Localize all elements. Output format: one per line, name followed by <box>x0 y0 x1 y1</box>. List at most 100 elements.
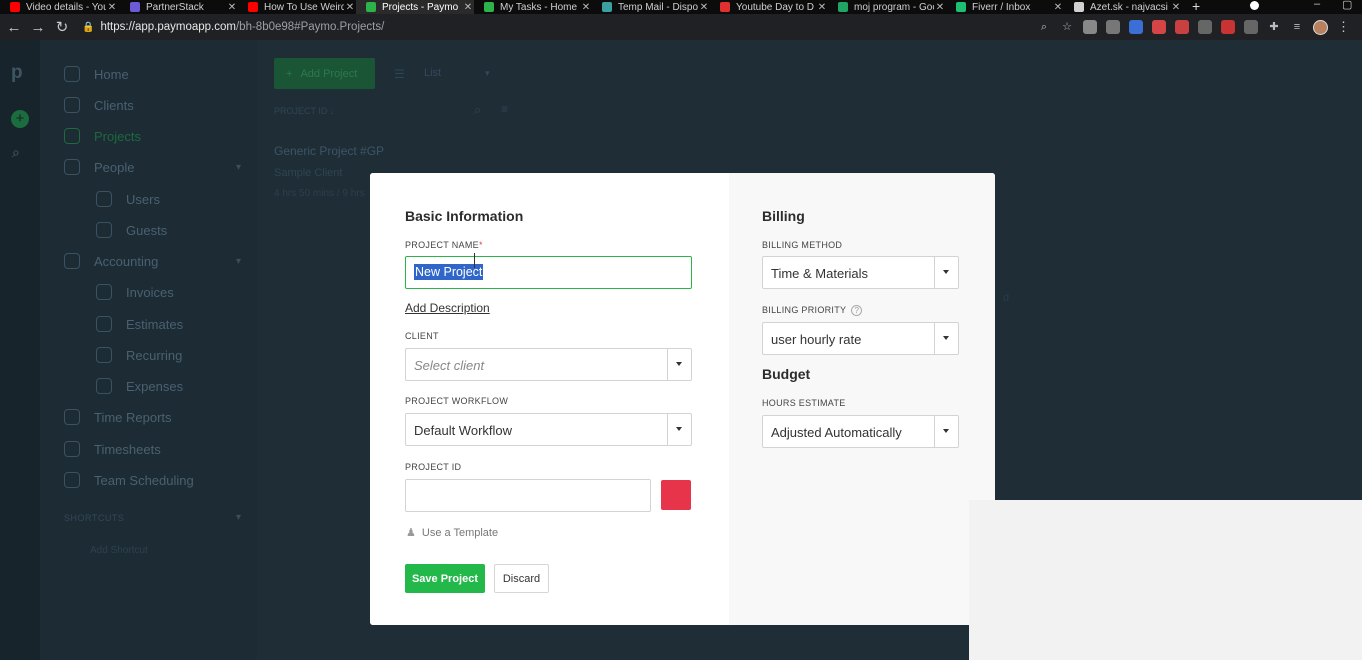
project-name-label: PROJECT NAME* <box>405 240 483 250</box>
extension-icon[interactable] <box>1221 20 1235 34</box>
browser-tab[interactable]: How To Use Weird ✕ <box>238 0 356 14</box>
tab-search-icon[interactable] <box>1250 1 1259 10</box>
chevron-down-icon[interactable]: ▾ <box>236 256 241 267</box>
reload-icon[interactable]: ↻ <box>50 18 74 36</box>
browser-tab[interactable]: Youtube Day to D ✕ <box>710 0 828 14</box>
dropdown-toggle[interactable] <box>934 323 958 354</box>
url-field[interactable]: https://app.paymoapp.com/bh-8b0e98#Paymo… <box>100 21 384 33</box>
sidebar-item-accounting[interactable]: Accounting <box>64 251 158 271</box>
view-selector[interactable]: List <box>424 67 441 79</box>
maximize-icon[interactable]: ▢ <box>1342 0 1352 11</box>
bookmark-star-icon[interactable]: ☆ <box>1060 20 1074 34</box>
help-icon[interactable]: ? <box>851 305 863 317</box>
client-select[interactable]: Select client <box>405 348 692 381</box>
browser-tab[interactable]: Fiverr / Inbox ✕ <box>946 0 1064 14</box>
chevron-down-icon[interactable]: ▾ <box>485 68 490 79</box>
new-tab-button[interactable]: + <box>1192 0 1200 14</box>
menu-kebab-icon[interactable]: ⋮ <box>1337 19 1350 35</box>
add-description-link[interactable]: Add Description <box>405 301 490 315</box>
sidebar-item-invoices[interactable]: Invoices <box>96 282 174 302</box>
close-icon[interactable]: ✕ <box>344 2 356 13</box>
browser-tab[interactable]: moj program - Goo ✕ <box>828 0 946 14</box>
sidebar-item-home[interactable]: Home <box>64 64 129 84</box>
sidebar-item-guests[interactable]: Guests <box>96 220 167 240</box>
chevron-down-icon[interactable]: ▾ <box>236 162 241 173</box>
sidebar-item-timesheets[interactable]: Timesheets <box>64 439 161 459</box>
browser-tab[interactable]: Azet.sk - najvacsi ✕ <box>1064 0 1182 14</box>
billing-method-select[interactable]: Time & Materials <box>762 256 959 289</box>
browser-tab[interactable]: Temp Mail - Dispo ✕ <box>592 0 710 14</box>
forward-icon[interactable]: → <box>26 19 50 36</box>
search-icon[interactable]: ⌕ <box>12 144 20 161</box>
project-name-input[interactable]: New Project <box>405 256 692 289</box>
reading-list-icon[interactable]: ≡ <box>1290 20 1304 34</box>
sidebar-item-projects[interactable]: Projects <box>64 126 141 146</box>
browser-tab[interactable]: Video details - You ✕ <box>0 0 118 14</box>
billing-priority-select[interactable]: user hourly rate <box>762 322 959 355</box>
zoom-icon[interactable]: ⌕ <box>1037 20 1051 34</box>
close-icon[interactable]: ✕ <box>1052 2 1064 13</box>
project-id-input[interactable] <box>405 479 651 512</box>
list-view-icon[interactable]: ☰ <box>394 67 405 81</box>
sidebar-item-clients[interactable]: Clients <box>64 95 134 115</box>
close-icon[interactable]: ✕ <box>816 2 828 13</box>
minimize-icon[interactable]: – <box>1314 0 1320 10</box>
sidebar-item-estimates[interactable]: Estimates <box>96 314 183 334</box>
close-icon[interactable]: ✕ <box>934 2 946 13</box>
extension-icon[interactable] <box>1083 20 1097 34</box>
extension-icon[interactable] <box>1175 20 1189 34</box>
fiverr-icon <box>956 2 966 12</box>
discard-button[interactable]: Discard <box>494 564 549 593</box>
sidebar-item-users[interactable]: Users <box>96 189 160 209</box>
dropdown-toggle[interactable] <box>667 414 691 445</box>
browser-tab[interactable]: My Tasks - Home ✕ <box>474 0 592 14</box>
invoice-icon <box>96 284 112 300</box>
paymo-logo-icon[interactable]: p <box>11 62 23 84</box>
workflow-select[interactable]: Default Workflow <box>405 413 692 446</box>
project-color-picker[interactable] <box>661 480 691 510</box>
dropdown-toggle[interactable] <box>934 257 958 288</box>
extension-icon[interactable] <box>1152 20 1166 34</box>
extension-icon[interactable] <box>1244 20 1258 34</box>
column-header-project-id[interactable]: PROJECT ID ↓ <box>274 106 334 116</box>
search-icon[interactable]: ⌕ <box>474 102 481 118</box>
close-icon[interactable]: ✕ <box>106 2 118 13</box>
dropdown-toggle[interactable] <box>934 416 958 447</box>
close-icon[interactable]: ✕ <box>1170 2 1182 13</box>
lock-icon[interactable]: 🔒 <box>82 22 94 33</box>
youtube-icon <box>248 2 258 12</box>
close-icon[interactable]: ✕ <box>698 2 710 13</box>
close-icon[interactable]: ✕ <box>226 2 238 13</box>
sidebar-item-team-scheduling[interactable]: Team Scheduling <box>64 470 194 490</box>
sidebar-item-recurring[interactable]: Recurring <box>96 345 182 365</box>
home-icon <box>64 66 80 82</box>
hours-estimate-select[interactable]: Adjusted Automatically <box>762 415 959 448</box>
sidebar-item-time-reports[interactable]: Time Reports <box>64 407 172 427</box>
dropdown-toggle[interactable] <box>667 349 691 380</box>
user-icon <box>96 191 112 207</box>
puzzle-icon[interactable]: ✚ <box>1267 20 1281 34</box>
chevron-down-icon[interactable]: ▾ <box>236 512 241 523</box>
save-project-button[interactable]: Save Project <box>405 564 485 593</box>
back-icon[interactable]: ← <box>2 19 26 36</box>
close-icon[interactable]: ✕ <box>462 2 474 13</box>
extension-icon[interactable] <box>1129 20 1143 34</box>
browser-tab-active[interactable]: Projects - Paymo ✕ <box>356 0 474 14</box>
expense-icon <box>96 378 112 394</box>
sheets-icon <box>838 2 848 12</box>
use-template-link[interactable]: ♟ Use a Template <box>406 526 498 540</box>
quick-add-icon[interactable]: + <box>11 110 29 128</box>
sidebar-item-people[interactable]: People <box>64 157 134 177</box>
add-shortcut-link[interactable]: Add Shortcut <box>90 545 148 556</box>
paymo-icon <box>366 2 376 12</box>
browser-tab[interactable]: PartnerStack ✕ <box>120 0 238 14</box>
add-project-button[interactable]: + Add Project <box>274 58 375 89</box>
filter-icon[interactable]: ≡ <box>501 102 508 116</box>
profile-avatar[interactable] <box>1313 19 1328 35</box>
project-title[interactable]: Generic Project #GP <box>274 144 384 158</box>
extension-icon[interactable] <box>1106 20 1120 34</box>
close-icon[interactable]: ✕ <box>580 2 592 13</box>
youtube-icon <box>720 2 730 12</box>
extension-icon[interactable] <box>1198 20 1212 34</box>
sidebar-item-expenses[interactable]: Expenses <box>96 376 183 396</box>
